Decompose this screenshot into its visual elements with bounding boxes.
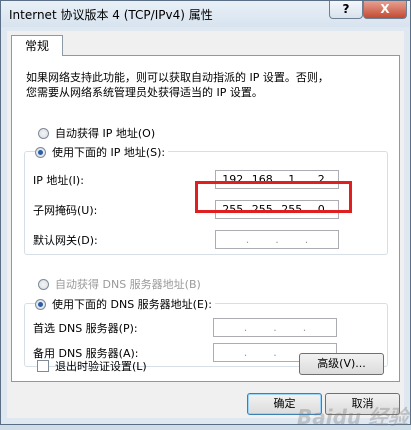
description-text: 如果网络支持此功能，则可以获取自动指派的 IP 设置。否则， 您需要从网络系统管…	[26, 70, 366, 100]
auto-ip-radio[interactable]	[38, 127, 49, 139]
preferred-dns-dot: .	[243, 321, 248, 334]
subnet-highlight-box	[195, 181, 352, 213]
auto-dns-label: 自动获得 DNS 服务器地址(B)	[55, 278, 201, 291]
tab-general[interactable]: 常规	[11, 35, 63, 56]
alternate-dns-dot: .	[243, 346, 248, 359]
dialog-window: Internet 协议版本 4 (TCP/IPv4) 属性 ? X 常规 如果网…	[0, 0, 411, 429]
gateway-dot: .	[304, 233, 309, 246]
validate-settings-row[interactable]: 退出时验证设置(L)	[37, 358, 147, 374]
advanced-button[interactable]: 高级(V)...	[299, 353, 384, 375]
gateway-dot: .	[245, 233, 250, 246]
watermark: Baidu 经验	[297, 405, 409, 429]
gateway-input[interactable]: . . .	[215, 230, 339, 249]
preferred-dns-dot: .	[273, 321, 277, 334]
subnet-mask-label: 子网掩码(U):	[33, 204, 98, 217]
auto-dns-radio-row[interactable]: 自动获得 DNS 服务器地址(B)	[38, 276, 204, 292]
manual-dns-radio-row[interactable]: 使用下面的 DNS 服务器地址(E):	[35, 296, 215, 312]
preferred-dns-label: 首选 DNS 服务器(P):	[33, 322, 138, 335]
gateway-dot: .	[275, 233, 279, 246]
auto-ip-label: 自动获得 IP 地址(O)	[55, 127, 156, 140]
validate-settings-checkbox[interactable]	[37, 360, 49, 372]
manual-ip-radio[interactable]	[35, 146, 46, 158]
close-button[interactable]: X	[363, 1, 407, 19]
ip-address-label: IP 地址(I):	[33, 174, 84, 187]
manual-dns-radio[interactable]	[35, 298, 46, 310]
description-line-2: 您需要从网络系统管理员处获得适当的 IP 设置。	[26, 86, 263, 99]
manual-dns-label: 使用下面的 DNS 服务器地址(E):	[52, 298, 212, 311]
alternate-dns-dot: .	[273, 346, 277, 359]
tab-panel: 如果网络支持此功能，则可以获取自动指派的 IP 设置。否则， 您需要从网络系统管…	[11, 55, 400, 382]
description-line-1: 如果网络支持此功能，则可以获取自动指派的 IP 设置。否则，	[26, 71, 329, 84]
validate-settings-label: 退出时验证设置(L)	[55, 360, 147, 373]
preferred-dns-dot: .	[302, 321, 307, 334]
auto-dns-radio[interactable]	[38, 278, 49, 290]
manual-ip-label: 使用下面的 IP 地址(S):	[52, 146, 166, 159]
help-button[interactable]: ?	[329, 1, 363, 19]
dialog-body: 常规 如果网络支持此功能，则可以获取自动指派的 IP 设置。否则， 您需要从网络…	[7, 31, 408, 429]
window-title: Internet 协议版本 4 (TCP/IPv4) 属性	[9, 8, 213, 22]
manual-ip-radio-row[interactable]: 使用下面的 IP 地址(S):	[35, 144, 169, 160]
gateway-label: 默认网关(D):	[33, 234, 98, 247]
preferred-dns-input[interactable]: . . .	[213, 318, 337, 337]
title-bar[interactable]: Internet 协议版本 4 (TCP/IPv4) 属性 ? X	[1, 1, 410, 27]
auto-ip-radio-row[interactable]: 自动获得 IP 地址(O)	[38, 125, 159, 141]
